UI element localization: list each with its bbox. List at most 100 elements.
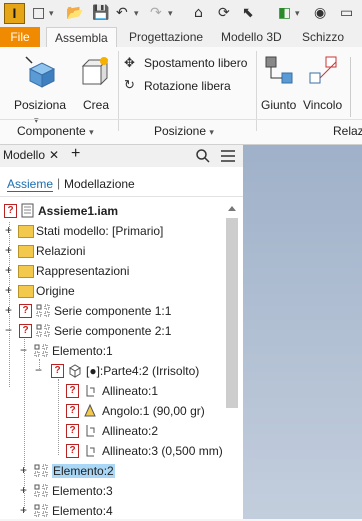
tab-file[interactable]: File bbox=[0, 27, 40, 47]
tab-progettazione[interactable]: Progettazione bbox=[121, 27, 211, 47]
search-icon[interactable] bbox=[196, 149, 210, 163]
error-icon: ? bbox=[51, 364, 64, 378]
vincolo-label: Vincolo bbox=[303, 98, 343, 112]
tab-modello-3d[interactable]: Modello 3D bbox=[213, 27, 290, 47]
tree-label: Rappresentazioni bbox=[36, 264, 130, 278]
redo-dropdown-icon[interactable]: ▾ bbox=[168, 5, 173, 23]
spostamento-libero-button[interactable]: ✥ Spostamento libero bbox=[124, 55, 254, 73]
panel-title: Modello bbox=[3, 148, 46, 162]
tree-item-allineato-3[interactable]: ? Allineato:3 (0,500 mm) bbox=[0, 441, 226, 461]
expand-icon[interactable]: + bbox=[4, 304, 13, 316]
browser-scrollbar[interactable] bbox=[226, 218, 238, 408]
material-dropdown-icon[interactable]: ▾ bbox=[295, 5, 300, 23]
collapse-icon[interactable]: − bbox=[34, 364, 43, 376]
group-componente[interactable]: Componente ▾ bbox=[17, 124, 94, 138]
flush-constraint-icon bbox=[86, 385, 95, 397]
free-rotate-icon: ↻ bbox=[124, 77, 135, 92]
tree-label: Allineato:1 bbox=[102, 384, 159, 398]
inventor-logo[interactable]: I bbox=[4, 3, 25, 24]
undo-icon[interactable]: ↶ bbox=[116, 4, 128, 22]
folder-icon bbox=[18, 225, 34, 238]
tree-item-serie-1[interactable]: + ? Serie componente 1:1 bbox=[0, 301, 226, 321]
expand-icon[interactable]: + bbox=[19, 504, 28, 516]
pattern-element-icon bbox=[34, 504, 48, 517]
error-icon: ? bbox=[19, 324, 32, 338]
part-icon bbox=[69, 364, 81, 378]
expand-icon[interactable]: + bbox=[19, 464, 28, 476]
tree-label: Stati modello: [Primario] bbox=[36, 224, 164, 238]
tree-item-allineato-2[interactable]: ? Allineato:2 bbox=[0, 421, 226, 441]
tree-item-serie-2[interactable]: − ? Serie componente 2:1 bbox=[0, 321, 226, 341]
tree-item-origine[interactable]: + Origine bbox=[0, 281, 226, 301]
home-icon[interactable]: ⌂ bbox=[194, 4, 203, 22]
tab-assieme[interactable]: Assieme bbox=[7, 177, 54, 192]
tree-item-angolo-1[interactable]: ? Angolo:1 (90,00 gr) bbox=[0, 401, 226, 421]
error-icon: ? bbox=[66, 384, 79, 398]
new-file-icon[interactable]: □ bbox=[32, 4, 45, 22]
tree-label: Elemento:3 bbox=[52, 484, 113, 498]
tab-divider bbox=[0, 196, 243, 197]
ribbon-overflow bbox=[350, 57, 362, 117]
group-componente-label: Componente bbox=[17, 124, 86, 138]
tree-item-elemento-3[interactable]: + Elemento:3 bbox=[0, 481, 226, 501]
new-dropdown-icon[interactable]: ▾ bbox=[49, 5, 54, 23]
expand-icon[interactable]: + bbox=[4, 244, 13, 256]
rotazione-label: Rotazione libera bbox=[144, 79, 231, 93]
tree-item-stati-modello[interactable]: + Stati modello: [Primario] bbox=[0, 221, 226, 241]
tree-item-allineato-1[interactable]: ? Allineato:1 bbox=[0, 381, 226, 401]
tree-item-relazioni[interactable]: + Relazioni bbox=[0, 241, 226, 261]
tab-schizzo[interactable]: Schizzo bbox=[294, 27, 352, 47]
rotazione-libera-button[interactable]: ↻ Rotazione libera bbox=[124, 77, 254, 96]
group-posizione-dropdown-icon: ▾ bbox=[209, 127, 214, 137]
model-browser: Assieme | Modellazione ? Assieme1.iam + … bbox=[0, 167, 243, 519]
error-icon: ? bbox=[66, 424, 79, 438]
menu-icon[interactable] bbox=[221, 150, 235, 162]
tree-item-elemento-4[interactable]: + Elemento:4 bbox=[0, 501, 226, 521]
open-icon[interactable]: 📂 bbox=[66, 4, 83, 22]
spostamento-label: Spostamento libero bbox=[144, 56, 248, 70]
graphics-viewport[interactable] bbox=[243, 145, 362, 519]
group-posizione[interactable]: Posizione ▾ bbox=[154, 124, 214, 138]
pattern-element-icon bbox=[34, 464, 48, 477]
vincolo-button[interactable]: Vincolo bbox=[302, 55, 346, 115]
tree-label: Assieme1.iam bbox=[38, 204, 119, 218]
giunto-button[interactable]: Giunto bbox=[260, 55, 300, 115]
flush-constraint-icon bbox=[86, 445, 95, 457]
tree-label: Allineato:2 bbox=[102, 424, 159, 438]
appearance-icon[interactable]: ◉ bbox=[314, 4, 326, 22]
expand-icon[interactable]: + bbox=[4, 284, 13, 296]
material-icon[interactable]: ◧ bbox=[278, 4, 291, 22]
tree-label: Relazioni bbox=[36, 244, 86, 258]
collapse-icon[interactable]: − bbox=[19, 344, 28, 356]
expand-icon[interactable]: + bbox=[4, 264, 13, 276]
tree-item-rappresentazioni[interactable]: + Rappresentazioni bbox=[0, 261, 226, 281]
redo-icon[interactable]: ↷ bbox=[150, 4, 162, 22]
adjust-icon[interactable]: ▭ bbox=[340, 4, 353, 22]
tree-item-elemento-1[interactable]: − Elemento:1 bbox=[0, 341, 226, 361]
close-icon[interactable]: ✕ bbox=[49, 148, 59, 162]
tab-assembla[interactable]: Assembla bbox=[46, 27, 117, 49]
undo-dropdown-icon[interactable]: ▾ bbox=[134, 5, 139, 23]
tree-item-elemento-2[interactable]: + Elemento:2 bbox=[0, 461, 226, 481]
angle-constraint-icon bbox=[84, 403, 96, 417]
expand-icon[interactable]: + bbox=[4, 224, 13, 236]
scroll-up-icon[interactable] bbox=[228, 206, 236, 211]
expand-icon[interactable]: + bbox=[19, 484, 28, 496]
group-relazioni-label[interactable]: Relazi bbox=[333, 124, 362, 138]
tab-modellazione[interactable]: Modellazione bbox=[64, 177, 135, 191]
pattern-icon bbox=[36, 324, 50, 337]
ribbon-tabs: File Assembla Progettazione Modello 3D S… bbox=[0, 27, 362, 49]
tree-label: Elemento:4 bbox=[52, 504, 113, 518]
pattern-icon bbox=[36, 304, 50, 317]
tree-root[interactable]: ? Assieme1.iam bbox=[0, 201, 226, 221]
tree-label: Elemento:1 bbox=[52, 344, 113, 358]
posiziona-label: Posiziona bbox=[14, 98, 67, 112]
collapse-icon[interactable]: − bbox=[4, 324, 13, 336]
add-panel-icon[interactable]: + bbox=[71, 145, 80, 163]
tree-item-parte4[interactable]: − ? [●]:Parte4:2 (Irrisolto) bbox=[0, 361, 226, 381]
update-icon[interactable]: ⟳ bbox=[218, 4, 230, 22]
group-componente-dropdown-icon: ▾ bbox=[89, 127, 94, 137]
select-icon[interactable]: ⬉ bbox=[242, 4, 254, 22]
create-component-icon bbox=[81, 57, 109, 86]
save-icon[interactable]: 💾 bbox=[92, 4, 109, 22]
